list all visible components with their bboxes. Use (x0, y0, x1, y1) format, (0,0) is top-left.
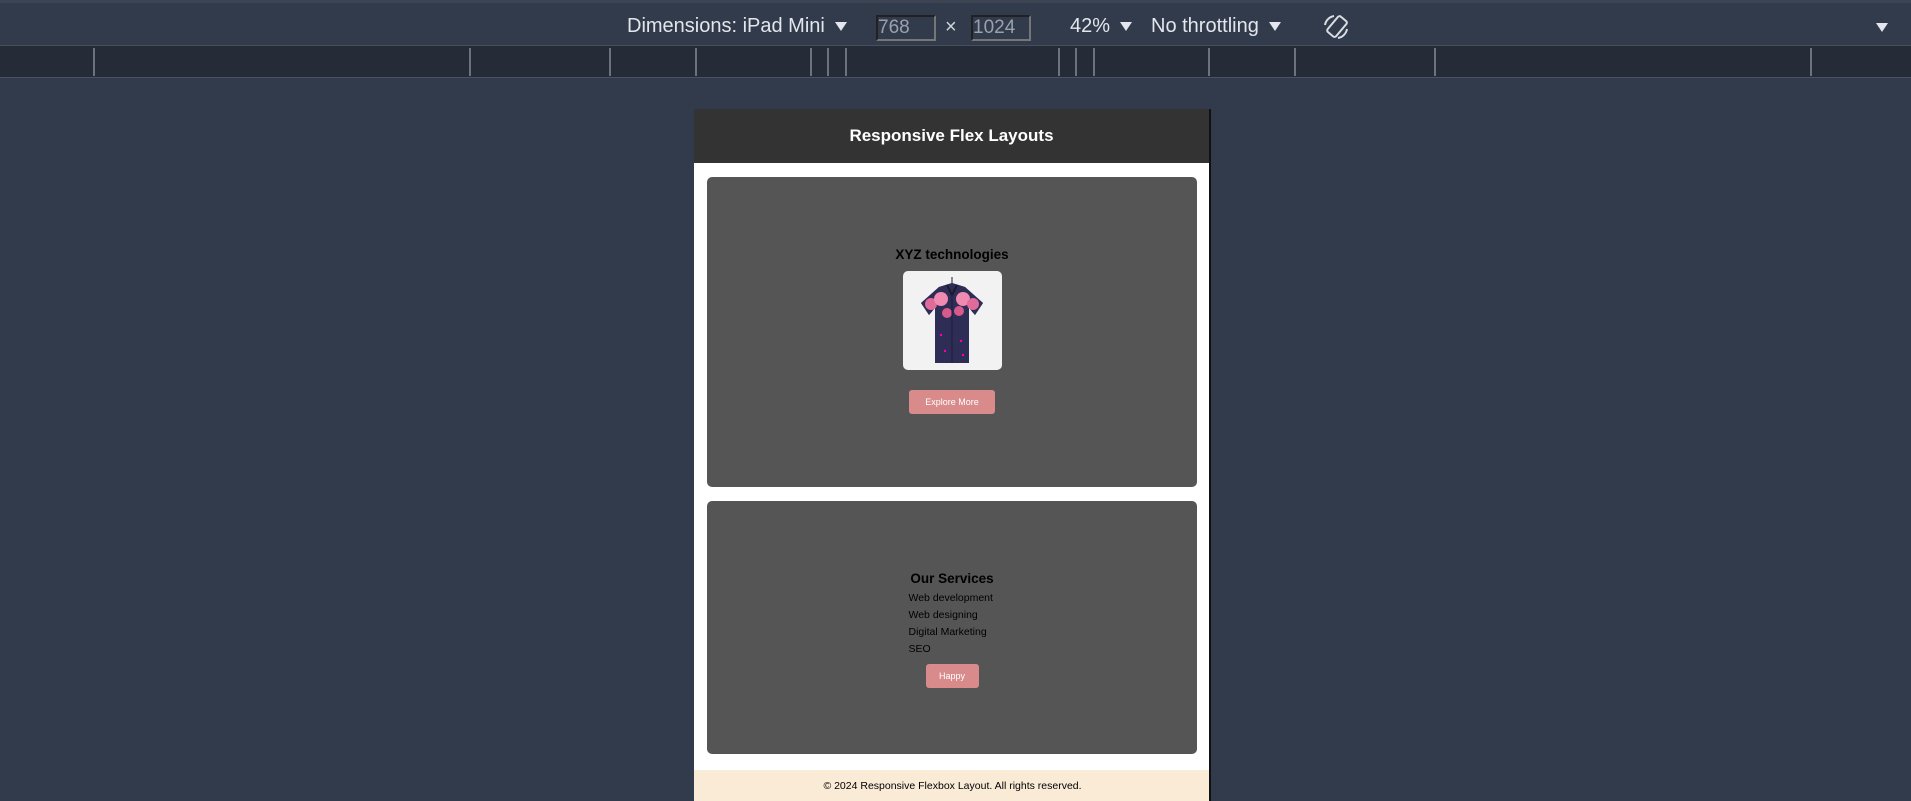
ruler-tick[interactable] (1093, 48, 1095, 76)
services-card: Our Services Web development Web designi… (707, 501, 1197, 754)
explore-more-button[interactable]: Explore More (909, 390, 995, 414)
company-card: XYZ technologies Explore More (707, 177, 1197, 487)
ruler-tick[interactable] (845, 48, 847, 76)
throttling-label: No throttling (1151, 15, 1259, 37)
width-input[interactable] (876, 15, 936, 41)
device-viewport: Responsive Flex Layouts XYZ technologies (694, 109, 1211, 801)
dimensions-label: Dimensions: iPad Mini (627, 15, 825, 37)
copyright-text: © 2024 Responsive Flexbox Layout. All ri… (823, 779, 1082, 792)
company-title: XYZ technologies (895, 247, 1009, 262)
shirt-image (902, 271, 1002, 370)
services-title: Our Services (910, 571, 994, 586)
services-list: Web development Web designing Digital Ma… (909, 590, 996, 658)
device-toolbar: Dimensions: iPad Mini × 42% No throttlin… (0, 0, 1911, 46)
chevron-down-icon (1268, 22, 1281, 31)
ruler-tick[interactable] (1075, 48, 1077, 76)
ruler-tick[interactable] (1294, 48, 1296, 76)
ruler-tick[interactable] (1810, 48, 1812, 76)
ruler-tick[interactable] (469, 48, 471, 76)
page-title: Responsive Flex Layouts (849, 126, 1054, 145)
ruler-tick[interactable] (609, 48, 611, 76)
list-item: Web development (908, 592, 993, 604)
ruler-tick[interactable] (93, 48, 95, 76)
ruler-tick[interactable] (827, 48, 829, 76)
more-options-icon[interactable] (1876, 23, 1888, 32)
chevron-down-icon (1120, 22, 1133, 31)
ruler-tick[interactable] (1208, 48, 1210, 76)
dimensions-dropdown[interactable]: Dimensions: iPad Mini (627, 15, 847, 38)
times-symbol: × (945, 16, 957, 38)
happy-button[interactable]: Happy (925, 664, 979, 688)
chevron-down-icon (834, 22, 847, 31)
throttling-dropdown[interactable]: No throttling (1151, 15, 1281, 38)
media-query-ruler (0, 46, 1911, 78)
list-item: SEO (908, 643, 931, 655)
height-input[interactable] (971, 15, 1031, 41)
zoom-dropdown[interactable]: 42% (1070, 15, 1133, 38)
ruler-tick[interactable] (810, 48, 812, 76)
list-item: Digital Marketing (908, 626, 987, 638)
zoom-label: 42% (1070, 15, 1111, 37)
site-header: Responsive Flex Layouts (694, 109, 1209, 163)
ruler-tick[interactable] (1434, 48, 1436, 76)
rotate-icon[interactable] (1320, 11, 1352, 43)
site-footer: © 2024 Responsive Flexbox Layout. All ri… (694, 770, 1209, 801)
ruler-tick[interactable] (695, 48, 697, 76)
ruler-tick[interactable] (1058, 48, 1060, 76)
list-item: Web designing (908, 609, 978, 621)
